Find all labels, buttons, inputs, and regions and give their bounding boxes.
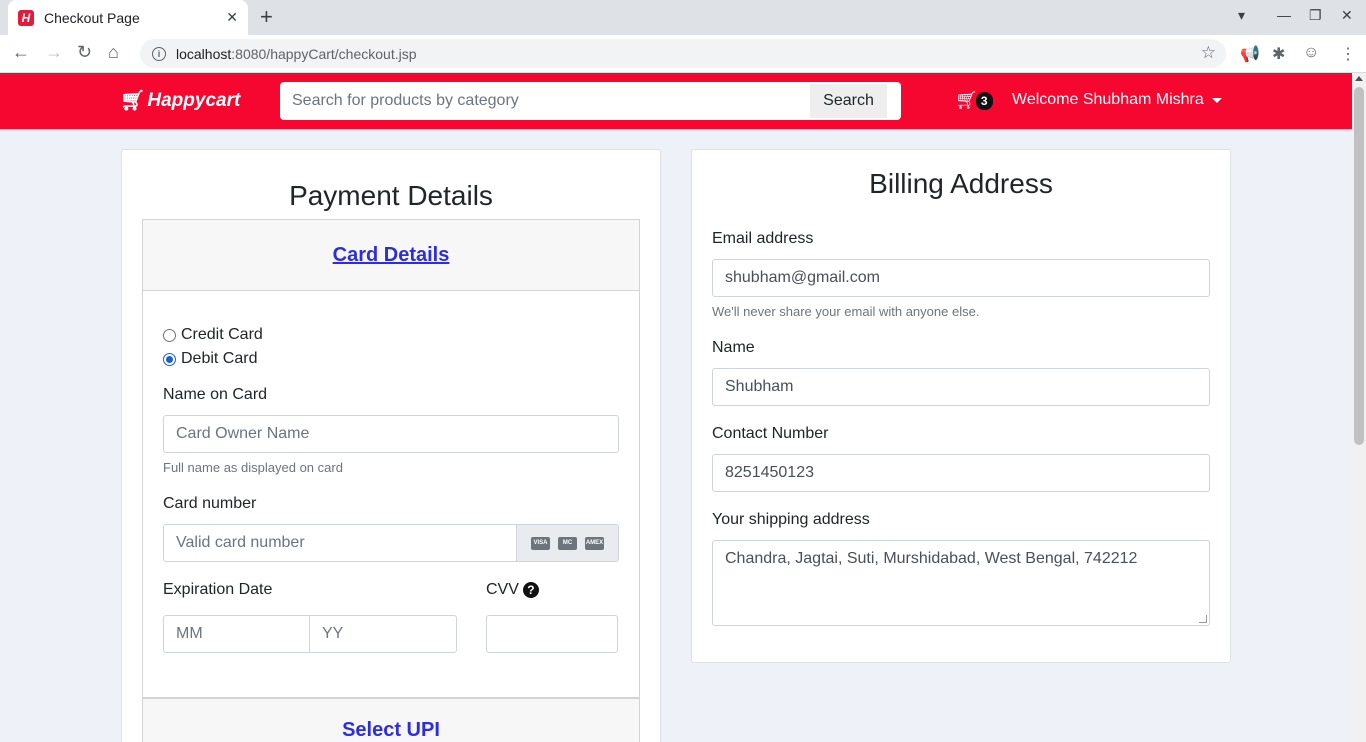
card-details-panel: Card Details Credit Card Debit Card Name…	[142, 219, 640, 698]
browser-toolbar: ← → ↻ ⌂ i localhost:8080/happyCart/check…	[0, 35, 1366, 73]
name-on-card-help: Full name as displayed on card	[163, 460, 343, 475]
chevron-down-icon	[1211, 97, 1222, 103]
user-menu-dropdown[interactable]: Welcome Shubham Mishra	[1012, 91, 1222, 109]
tab-title: Checkout Page	[44, 9, 140, 26]
browser-tab[interactable]: H Checkout Page ✕	[8, 0, 248, 35]
url-text: localhost:8080/happyCart/checkout.jsp	[176, 46, 417, 62]
scroll-up-arrow-icon[interactable]	[1355, 76, 1363, 81]
browser-menu-icon[interactable]: ⋮	[1340, 44, 1356, 64]
card-details-header: Card Details	[143, 220, 639, 291]
expiration-date-label: Expiration Date	[163, 581, 273, 598]
shipping-address-text: Chandra, Jagtai, Suti, Murshidabad, West…	[725, 550, 1138, 567]
search-button[interactable]: Search	[810, 84, 887, 118]
maximize-icon[interactable]: ❐	[1309, 7, 1322, 24]
upi-panel: Select UPI	[142, 698, 640, 742]
credit-card-label: Credit Card	[181, 326, 263, 343]
question-circle-icon[interactable]: ?	[522, 582, 539, 598]
extensions-puzzle-icon[interactable]: ✱	[1272, 44, 1285, 64]
nav-cart-link[interactable]: 🛒︎ 3	[955, 90, 993, 111]
billing-address-card: Billing Address Email address shubham@gm…	[691, 149, 1231, 663]
email-help: We'll never share your email with anyone…	[712, 304, 980, 319]
amex-icon: AMEX	[585, 536, 604, 550]
debit-card-label: Debit Card	[181, 350, 258, 367]
back-icon[interactable]: ←	[12, 42, 30, 63]
card-number-input[interactable]: Valid card number	[163, 524, 517, 562]
credit-card-radio[interactable]	[163, 328, 176, 342]
tab-close-icon[interactable]: ✕	[226, 9, 238, 26]
brand-logo[interactable]: 🛒︎ Happycart	[120, 88, 240, 113]
cart-count-badge: 3	[975, 91, 993, 110]
payment-heading: Payment Details	[289, 180, 493, 211]
bookmark-star-icon[interactable]: ☆	[1201, 43, 1216, 63]
card-owner-name-input[interactable]: Card Owner Name	[163, 415, 619, 453]
search-form: Search	[280, 82, 901, 120]
visa-icon: VISA	[531, 536, 550, 550]
address-bar[interactable]: i localhost:8080/happyCart/checkout.jsp …	[140, 39, 1226, 68]
cvv-input[interactable]	[486, 615, 618, 653]
select-upi-link[interactable]: Select UPI	[342, 719, 440, 741]
search-input[interactable]	[280, 82, 810, 120]
close-window-icon[interactable]: ✕	[1341, 7, 1353, 24]
expiry-year-input[interactable]: YY	[309, 615, 457, 653]
forward-icon[interactable]: →	[45, 42, 63, 63]
mastercard-icon: MC	[558, 536, 577, 550]
brand-name: Happycart	[147, 89, 241, 111]
profile-menu-icon[interactable]: ▾	[1238, 7, 1245, 24]
credit-card-option[interactable]: Credit Card	[163, 326, 263, 344]
minimize-icon[interactable]: —	[1277, 7, 1291, 23]
profile-avatar-icon[interactable]: ☺	[1303, 44, 1319, 62]
email-input[interactable]: shubham@gmail.com	[712, 259, 1210, 297]
scrollbar-thumb[interactable]	[1354, 87, 1364, 445]
new-tab-icon[interactable]: +	[260, 5, 273, 29]
megaphone-extension-icon[interactable]: 📢	[1240, 44, 1260, 64]
page-scrollbar[interactable]	[1352, 73, 1366, 742]
happycart-favicon-icon: H	[18, 9, 34, 26]
cvv-label: CVV	[486, 581, 519, 598]
welcome-text: Welcome Shubham Mishra	[1012, 91, 1204, 108]
billing-heading: Billing Address	[869, 168, 1053, 199]
url-path: :8080/happyCart/checkout.jsp	[231, 45, 417, 62]
home-icon[interactable]: ⌂	[108, 42, 119, 63]
contact-number-input[interactable]: 8251450123	[712, 454, 1210, 492]
card-details-link[interactable]: Card Details	[333, 244, 450, 267]
expiry-month-input[interactable]: MM	[163, 615, 310, 653]
shipping-address-textarea[interactable]: Chandra, Jagtai, Suti, Murshidabad, West…	[712, 540, 1210, 626]
card-brands-addon: VISA MC AMEX	[516, 524, 619, 562]
debit-card-radio[interactable]	[163, 352, 176, 366]
url-host: localhost	[176, 45, 232, 62]
name-label: Name	[712, 339, 755, 356]
email-label: Email address	[712, 230, 814, 247]
cvv-label-row: CVV ?	[486, 581, 539, 599]
site-navbar: 🛒︎ Happycart Search 🛒︎ 3 Welcome Shubham…	[0, 73, 1352, 129]
browser-tabstrip: H Checkout Page ✕ + ▾ — ❐ ✕	[0, 0, 1366, 35]
debit-card-option[interactable]: Debit Card	[163, 350, 257, 368]
card-number-label: Card number	[163, 495, 257, 512]
shopping-cart-icon: 🛒︎	[955, 90, 978, 110]
name-input[interactable]: Shubham	[712, 368, 1210, 406]
payment-details-card: Payment Details Card Details Credit Card…	[121, 149, 661, 742]
shipping-address-label: Your shipping address	[712, 511, 870, 528]
cart-logo-icon: 🛒︎	[120, 90, 146, 112]
site-info-icon[interactable]: i	[152, 46, 166, 61]
upi-header: Select UPI	[143, 719, 639, 742]
contact-number-label: Contact Number	[712, 425, 829, 442]
textarea-resize-handle[interactable]	[1199, 615, 1207, 623]
name-on-card-label: Name on Card	[163, 386, 268, 403]
reload-icon[interactable]: ↻	[77, 42, 92, 63]
